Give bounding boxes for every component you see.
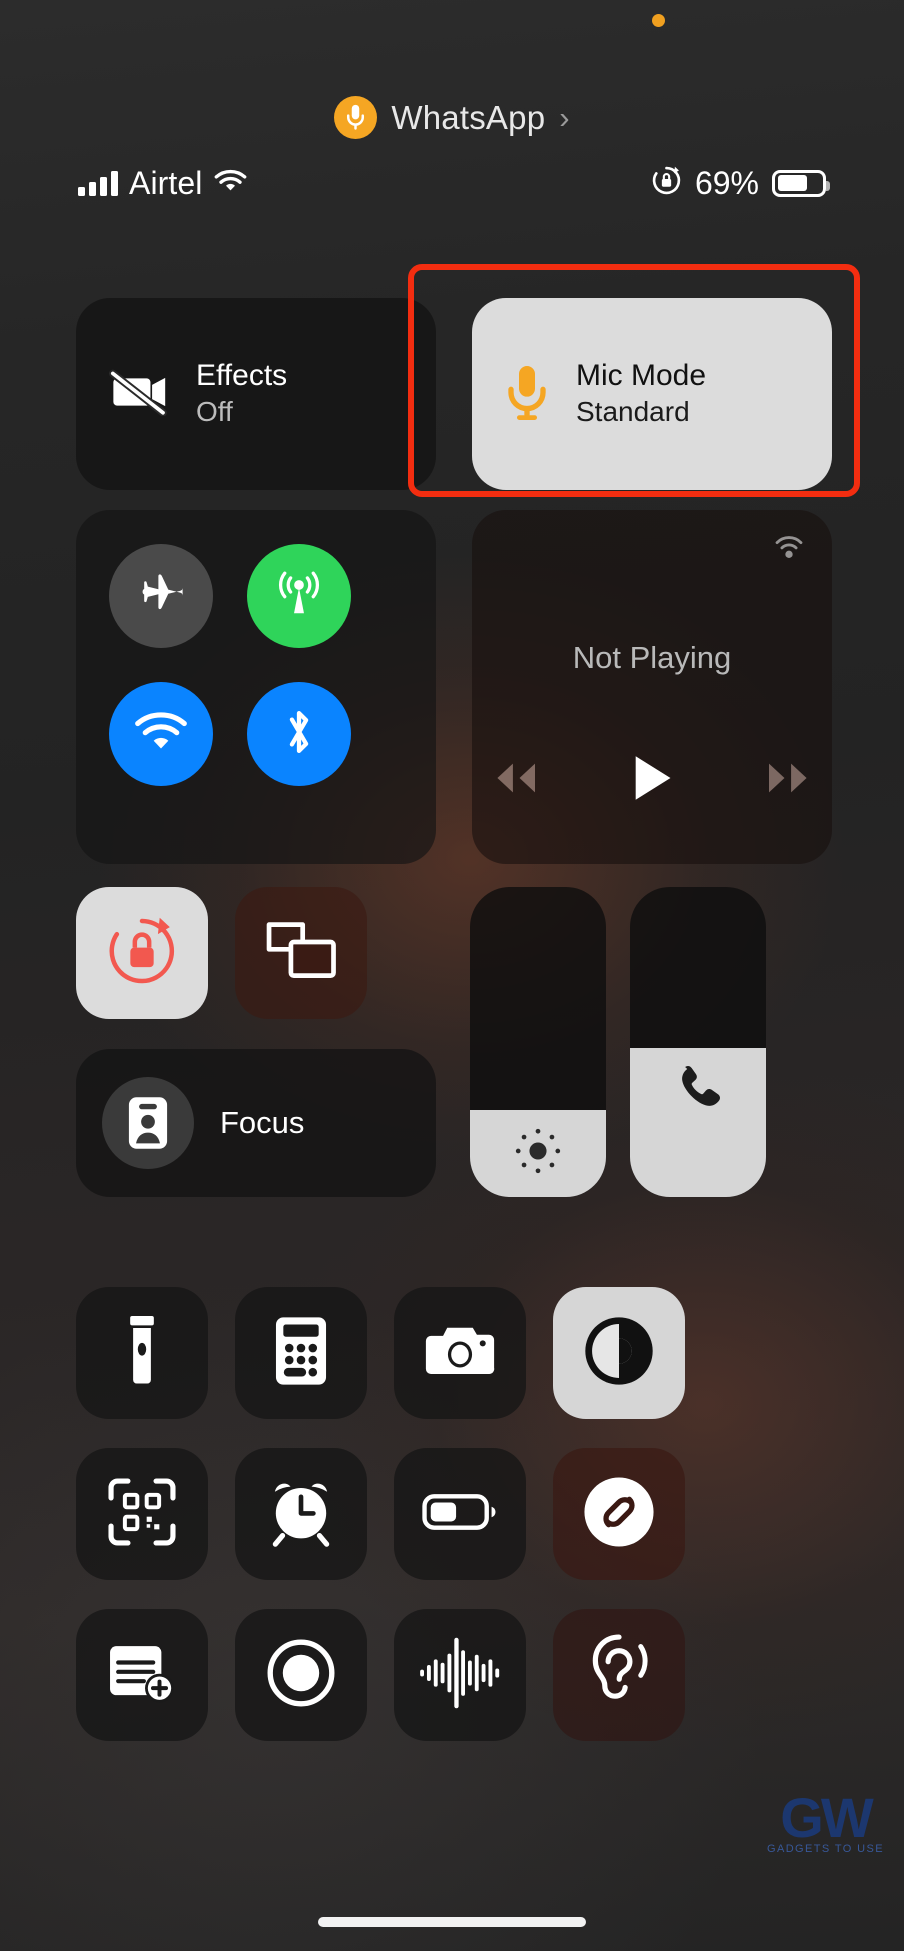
microphone-icon xyxy=(504,364,550,425)
flashlight-toggle[interactable] xyxy=(76,1287,208,1419)
low-power-mode-toggle[interactable] xyxy=(394,1448,526,1580)
mic-in-use-dot xyxy=(652,14,665,27)
volume-slider[interactable] xyxy=(630,887,766,1197)
airplay-audio-icon[interactable] xyxy=(768,530,810,577)
airplane-icon xyxy=(136,569,186,624)
calculator-icon xyxy=(274,1315,328,1392)
sound-waveform-icon xyxy=(419,1635,501,1716)
mic-mode-subtitle: Standard xyxy=(576,396,690,428)
screen-mirroring-icon xyxy=(264,918,338,989)
play-icon[interactable] xyxy=(630,753,674,808)
watermark-mark: GW xyxy=(780,1785,873,1849)
mic-attribution-app-name: WhatsApp xyxy=(391,98,546,136)
mic-attribution-banner[interactable]: WhatsApp › xyxy=(0,96,904,139)
rewind-icon[interactable] xyxy=(486,757,542,804)
hearing-button[interactable] xyxy=(553,1609,685,1741)
media-transport-controls xyxy=(472,753,832,808)
screen-mirroring-toggle[interactable] xyxy=(235,887,367,1019)
status-bar-right: 69% xyxy=(651,164,830,202)
wifi-toggle[interactable] xyxy=(109,682,213,786)
cellular-bars-icon xyxy=(78,170,118,196)
shazam-icon xyxy=(581,1474,657,1555)
phone-handset-icon xyxy=(670,1062,726,1123)
music-recognition-button[interactable] xyxy=(553,1448,685,1580)
effects-tile[interactable]: Effects Off xyxy=(76,298,436,490)
dark-mode-icon xyxy=(583,1315,655,1392)
code-scanner-button[interactable] xyxy=(76,1448,208,1580)
cellular-antenna-icon xyxy=(273,568,325,625)
mic-mode-tile-text: Mic Mode Standard xyxy=(576,359,706,428)
calculator-button[interactable] xyxy=(235,1287,367,1419)
rotation-lock-icon xyxy=(651,165,682,201)
mic-mode-title: Mic Mode xyxy=(576,359,707,393)
battery-percentage: 69% xyxy=(694,164,759,201)
flashlight-icon xyxy=(124,1314,160,1393)
watermark: GW GADGETS TO USE xyxy=(767,1785,884,1855)
voice-memos-button[interactable] xyxy=(394,1609,526,1741)
airplane-mode-toggle[interactable] xyxy=(109,544,213,648)
home-indicator[interactable] xyxy=(318,1917,586,1927)
qr-code-scanner-icon xyxy=(108,1477,176,1551)
camera-icon xyxy=(424,1322,496,1385)
connectivity-module xyxy=(76,510,436,864)
ear-hearing-icon xyxy=(587,1633,651,1717)
quick-note-button[interactable] xyxy=(76,1609,208,1741)
alarm-button[interactable] xyxy=(235,1448,367,1580)
brightness-sun-icon xyxy=(511,1124,565,1183)
status-bar-left: Airtel xyxy=(78,165,247,202)
screen-record-button[interactable] xyxy=(235,1609,367,1741)
wifi-icon xyxy=(214,169,247,198)
carrier-name: Airtel xyxy=(129,164,203,201)
mic-mode-tile[interactable]: Mic Mode Standard xyxy=(472,298,832,490)
chevron-right-icon: › xyxy=(559,99,570,135)
rotation-lock-icon xyxy=(105,914,179,993)
effects-tile-text: Effects Off xyxy=(196,359,287,428)
control-center-screen: WhatsApp › Airtel 69% Effects Off Mic Mo… xyxy=(0,0,904,1951)
bluetooth-icon xyxy=(281,706,317,763)
watermark-subtext: GADGETS TO USE xyxy=(767,1843,884,1855)
effects-title: Effects xyxy=(196,359,288,393)
effects-subtitle: Off xyxy=(196,396,233,428)
screen-record-icon xyxy=(266,1638,336,1713)
quick-note-icon xyxy=(107,1641,177,1710)
fast-forward-icon[interactable] xyxy=(762,757,818,804)
media-playback-module: Not Playing xyxy=(472,510,832,864)
focus-tile[interactable]: Focus xyxy=(76,1049,436,1197)
bluetooth-toggle[interactable] xyxy=(247,682,351,786)
media-status-text: Not Playing xyxy=(572,640,732,675)
alarm-clock-icon xyxy=(267,1477,335,1552)
battery-icon xyxy=(772,169,830,197)
microphone-icon xyxy=(334,96,378,139)
wifi-icon xyxy=(134,711,188,757)
rotation-lock-toggle[interactable] xyxy=(76,887,208,1019)
brightness-slider[interactable] xyxy=(470,887,606,1197)
focus-label: Focus xyxy=(220,1105,305,1140)
status-bar: Airtel 69% xyxy=(0,158,904,208)
camera-button[interactable] xyxy=(394,1287,526,1419)
low-power-battery-icon xyxy=(422,1491,498,1538)
dark-mode-toggle[interactable] xyxy=(553,1287,685,1419)
cellular-data-toggle[interactable] xyxy=(247,544,351,648)
video-effects-off-icon xyxy=(108,368,170,421)
focus-person-badge-icon xyxy=(102,1077,194,1169)
